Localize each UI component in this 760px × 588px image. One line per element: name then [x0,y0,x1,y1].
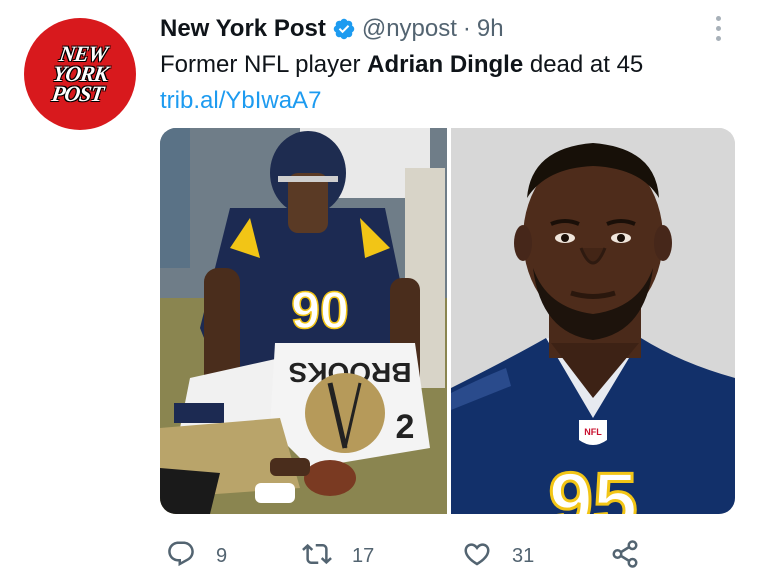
jersey-number-95: 95 [549,456,638,514]
tweet-actions: 9 17 31 [160,534,660,578]
like-count: 31 [512,544,535,567]
football-action-photo: 90 BROOKS 2 [160,128,447,514]
tweet-header: New York Post @nypost · 9h [160,12,720,46]
tweet-text-bold: Adrian Dingle [367,51,524,78]
share-button[interactable] [610,534,640,578]
avatar[interactable]: NEW YORK POST [24,18,136,130]
heart-icon [462,539,492,574]
avatar-line-3: POST [50,81,105,106]
verified-badge-icon [332,17,356,41]
avatar-logo-text: NEW YORK POST [48,41,111,106]
reply-icon [166,539,196,574]
tweet-media: 90 BROOKS 2 NFL 95 [160,128,735,514]
jersey-number-90: 90 [291,282,349,340]
separator-dot: · [462,15,471,42]
retweet-icon [302,539,332,574]
retweet-count: 17 [352,544,375,567]
reply-button[interactable]: 9 [166,534,227,578]
tweet-link[interactable]: trib.al/YbIwaA7 [160,84,321,118]
reply-count: 9 [216,544,228,567]
player-portrait-photo: NFL 95 [451,128,735,514]
nfl-shield-logo: NFL [584,427,602,437]
more-options-icon[interactable] [706,10,730,46]
tweet-text: Former NFL player Adrian Dingle dead at … [160,48,643,82]
tweet-text-before: Former NFL player [160,51,368,78]
media-photo-left[interactable]: 90 BROOKS 2 [160,128,447,514]
handle[interactable]: @nypost [362,15,457,43]
timestamp[interactable]: 9h [477,15,504,43]
tweet[interactable]: NEW YORK POST New York Post @nypost · 9h… [0,0,760,588]
tweet-text-after: dead at 45 [523,51,644,78]
jersey-number-2: 2 [396,408,415,446]
media-photo-right[interactable]: NFL 95 [451,128,735,514]
share-icon [610,539,640,574]
display-name[interactable]: New York Post [160,15,326,43]
like-button[interactable]: 31 [462,534,534,578]
retweet-button[interactable]: 17 [302,534,374,578]
